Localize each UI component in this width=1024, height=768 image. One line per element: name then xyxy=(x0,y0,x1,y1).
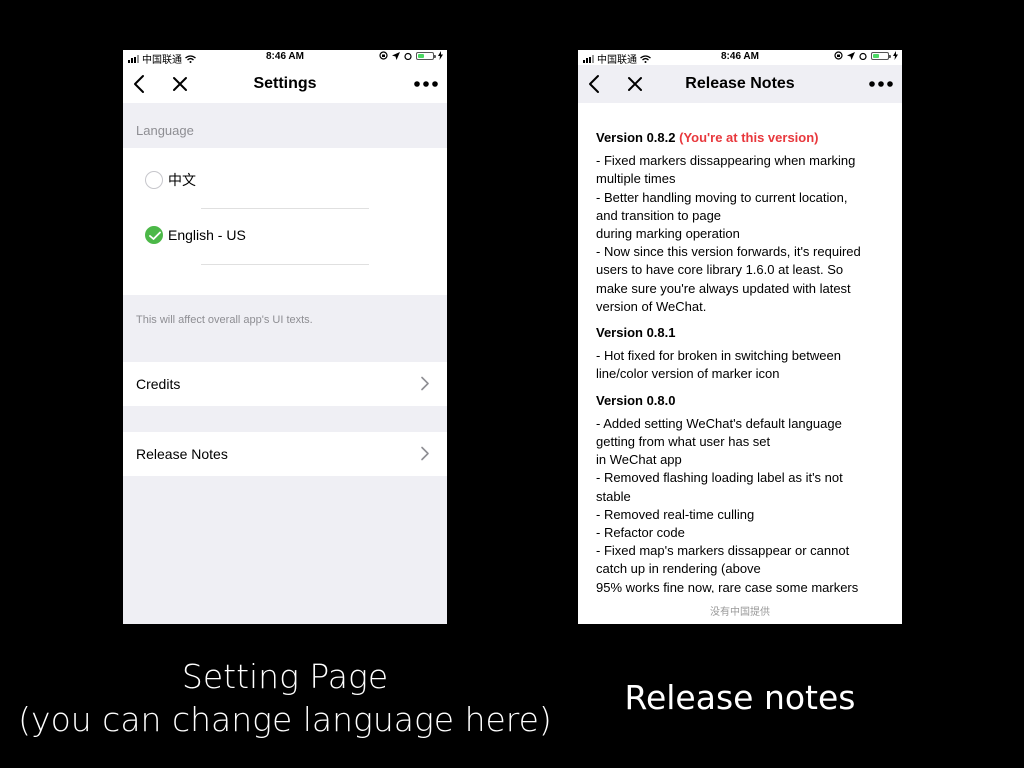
version-number: Version 0.8.0 xyxy=(596,392,676,408)
release-note-line: - Better handling moving to current loca… xyxy=(596,189,848,205)
release-note-line: - Fixed markers dissappearing when marki… xyxy=(596,153,856,169)
caption-release-notes: Release notes xyxy=(624,678,856,717)
charging-icon xyxy=(893,51,898,60)
release-note-line: stable xyxy=(596,488,631,504)
caption-settings: Setting Page (you can change language he… xyxy=(0,655,570,741)
release-notes-content[interactable]: Version 0.8.2 (You're at this version) -… xyxy=(578,103,902,593)
version-lines: - Added setting WeChat's default languag… xyxy=(596,415,888,593)
footer-text: 没有中国提供 xyxy=(710,607,770,618)
version-heading: Version 0.8.2 (You're at this version) xyxy=(596,129,888,147)
check-icon[interactable] xyxy=(145,226,163,244)
version-block: Version 0.8.2 (You're at this version) -… xyxy=(596,129,888,316)
credits-label: Credits xyxy=(136,376,181,392)
release-note-line: - Added setting WeChat's default languag… xyxy=(596,415,842,431)
divider xyxy=(201,208,369,209)
page-title: Settings xyxy=(253,75,317,92)
caption-line: (you can change language here) xyxy=(18,700,552,739)
radio-unchecked-icon[interactable] xyxy=(145,171,163,189)
nav-bar: Settings xyxy=(123,65,447,103)
settings-screen: 中国联通 8:46 AM Settings Language 中文 Englis… xyxy=(123,50,447,624)
more-icon[interactable] xyxy=(868,74,894,94)
release-note-line: - Fixed map's markers dissappear or cann… xyxy=(596,543,850,559)
release-note-line: in WeChat app xyxy=(596,452,682,468)
alarm-icon xyxy=(404,52,412,60)
version-lines: - Fixed markers dissappearing when marki… xyxy=(596,152,888,316)
language-label: English - US xyxy=(168,227,246,243)
chevron-right-icon xyxy=(421,376,429,391)
version-block: Version 0.8.1 - Hot fixed for broken in … xyxy=(596,324,888,384)
release-note-line: catch up in rendering (above xyxy=(596,561,761,577)
language-section-header: Language xyxy=(136,123,194,138)
release-note-line: - Refactor code xyxy=(596,525,685,541)
language-option-english[interactable]: English - US xyxy=(145,226,246,244)
release-note-line: version of WeChat. xyxy=(596,298,707,314)
release-notes-label: Release Notes xyxy=(136,446,228,462)
charging-icon xyxy=(438,51,443,60)
language-options: 中文 English - US xyxy=(123,148,447,295)
version-number: Version 0.8.2 xyxy=(596,130,676,145)
release-note-line: and transition to page xyxy=(596,207,722,223)
battery-icon xyxy=(416,51,436,60)
current-version-tag: (You're at this version) xyxy=(679,130,819,145)
language-option-chinese[interactable]: 中文 xyxy=(145,170,196,190)
nav-bar: Release Notes xyxy=(578,65,902,103)
page-title: Release Notes xyxy=(685,75,795,92)
release-notes-row[interactable]: Release Notes xyxy=(123,432,447,476)
release-note-line: multiple times xyxy=(596,171,676,187)
version-heading: Version 0.8.0 xyxy=(596,392,888,410)
rotation-lock-icon xyxy=(379,51,388,60)
release-note-line: - Hot fixed for broken in switching betw… xyxy=(596,348,841,364)
location-icon xyxy=(847,51,855,60)
status-right xyxy=(379,51,443,60)
release-note-line: 95% works fine now, rare case some marke… xyxy=(596,579,859,593)
version-block: Version 0.8.0 - Added setting WeChat's d… xyxy=(596,392,888,593)
version-lines: - Hot fixed for broken in switching betw… xyxy=(596,347,888,383)
status-bar: 中国联通 8:46 AM xyxy=(123,50,447,66)
version-number: Version 0.8.1 xyxy=(596,325,676,341)
release-note-line: make sure you're always updated with lat… xyxy=(596,280,851,296)
release-note-line: getting from what user has set xyxy=(596,434,771,450)
status-bar: 中国联通 8:46 AM xyxy=(578,50,902,66)
status-right xyxy=(834,51,898,60)
battery-icon xyxy=(871,51,891,60)
language-label: 中文 xyxy=(168,172,196,188)
release-note-line: line/color version of marker icon xyxy=(596,366,780,382)
release-note-line: - Removed real-time culling xyxy=(596,506,755,522)
release-note-line: during marking operation xyxy=(596,226,740,242)
alarm-icon xyxy=(859,52,867,60)
version-heading: Version 0.8.1 xyxy=(596,324,888,342)
release-notes-screen: 中国联通 8:46 AM Release Notes Version 0.8.2… xyxy=(578,50,902,624)
release-note-line: - Now since this version forwards, it's … xyxy=(596,244,861,260)
caption-line: Setting Page xyxy=(181,657,389,696)
divider xyxy=(201,264,369,265)
release-note-line: - Removed flashing loading label as it's… xyxy=(596,470,843,486)
chevron-right-icon xyxy=(421,446,429,461)
credits-row[interactable]: Credits xyxy=(123,362,447,406)
more-icon[interactable] xyxy=(413,74,439,94)
location-icon xyxy=(392,51,400,60)
release-notes-list: Version 0.8.2 (You're at this version) -… xyxy=(596,129,888,593)
rotation-lock-icon xyxy=(834,51,843,60)
language-note: This will affect overall app's UI texts. xyxy=(136,314,313,326)
release-note-line: users to have core library 1.6.0 at leas… xyxy=(596,262,844,278)
